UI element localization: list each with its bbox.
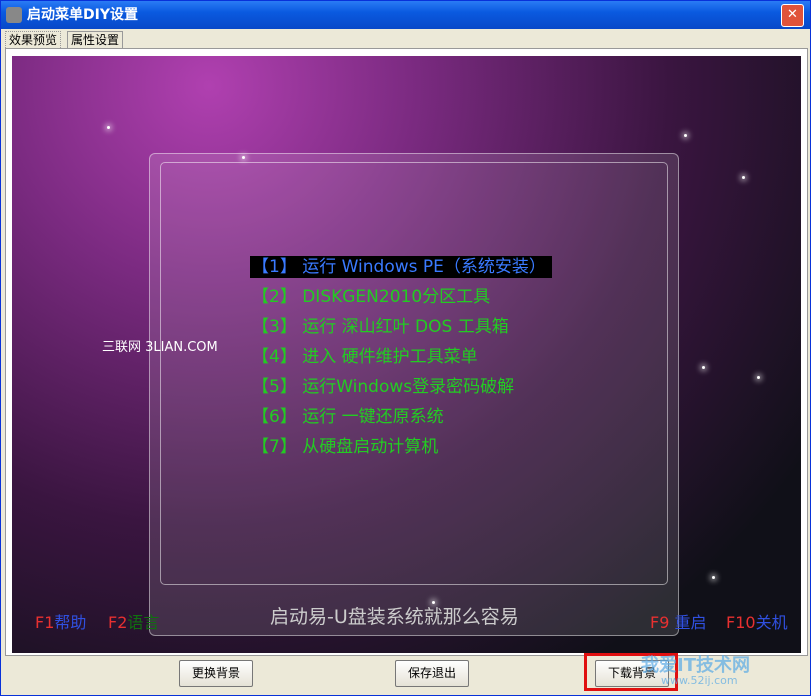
f9-key: F9 [650,613,670,632]
menu-item[interactable]: 【2】 DISKGEN2010分区工具 [250,286,496,308]
menu-item[interactable]: 【7】 从硬盘启动计算机 [250,436,444,458]
tab-properties[interactable]: 属性设置 [67,31,124,49]
app-icon [6,7,22,23]
slogan: 启动易-U盘装系统就那么容易 [270,606,519,628]
change-background-button[interactable]: 更换背景 [179,660,253,687]
f10-key: F10 [726,613,756,632]
save-exit-button[interactable]: 保存退出 [395,660,469,687]
menu-item[interactable]: 【3】 运行 深山红叶 DOS 工具箱 [250,316,515,338]
window: 启动菜单DIY设置 ✕ 效果预览 属性设置 三联网 3LIAN.COM 【1】 … [0,0,811,696]
menu-item[interactable]: 【1】 运行 Windows PE（系统安装） [250,256,552,278]
f2-label: 语言 [127,613,160,632]
f1-help: F1帮助 [35,609,86,633]
f10-label: 关机 [755,613,788,632]
f2-key: F2 [108,613,128,632]
menu-item[interactable]: 【4】 进入 硬件维护工具菜单 [250,346,484,368]
f2-language: F2语言 [108,609,159,633]
title-bar: 启动菜单DIY设置 ✕ [1,1,810,29]
watermark-url: www.52ij.com [661,674,738,687]
menu-item[interactable]: 【5】 运行Windows登录密码破解 [250,376,520,398]
boot-menu-preview: 三联网 3LIAN.COM 【1】 运行 Windows PE（系统安装） 【2… [12,56,801,653]
close-button[interactable]: ✕ [781,4,804,27]
window-title: 启动菜单DIY设置 [27,7,138,23]
f9-restart: F9 重启 [650,609,707,633]
f1-label: 帮助 [54,613,87,632]
menu-item[interactable]: 【6】 运行 一键还原系统 [250,406,450,428]
f10-shutdown: F10关机 [726,609,788,633]
f9-label: 重启 [674,613,707,632]
f1-key: F1 [35,613,55,632]
site-logo: 三联网 3LIAN.COM [102,340,218,355]
